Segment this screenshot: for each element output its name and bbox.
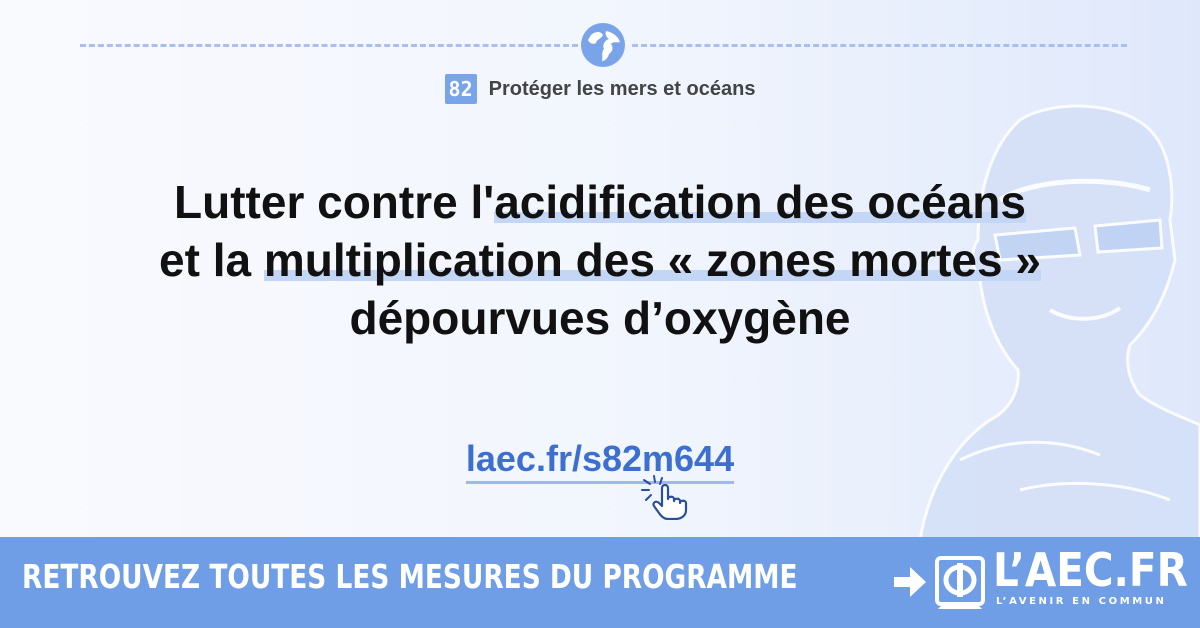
short-link[interactable]: laec.fr/s82m644	[465, 438, 735, 484]
headline-line-3: dépourvues d’oxygène	[349, 292, 851, 344]
divider-right	[632, 44, 1127, 47]
arrow-right-icon	[894, 567, 926, 597]
category-row: 82 Protéger les mers et océans	[0, 74, 1200, 104]
headline-highlight: multiplication des « zones mortes »	[263, 234, 1041, 286]
link-row: laec.fr/s82m644	[0, 438, 1200, 484]
hand-pointer-icon	[641, 475, 688, 520]
globe-icon	[581, 23, 625, 67]
measure-number-badge: 82	[444, 74, 477, 104]
brand-tagline: L’AVENIR EN COMMUN	[996, 596, 1167, 607]
phi-logo-icon	[935, 556, 985, 609]
category-label: Protéger les mers et océans	[488, 77, 756, 100]
cta-text[interactable]: RETROUVEZ TOUTES LES MESURES DU PROGRAMM…	[22, 557, 798, 596]
headline-text: et la	[159, 234, 264, 286]
headline-line-2: et la multiplication des « zones mortes …	[0, 231, 1200, 289]
headline-text: Lutter contre l'	[174, 176, 495, 228]
divider-left	[80, 44, 578, 47]
headline-highlight: acidification des océans	[494, 176, 1026, 228]
brand-logo-text[interactable]: L’AEC.FR	[993, 545, 1188, 595]
headline: Lutter contre l'acidification des océans…	[0, 173, 1200, 347]
social-card: 82 Protéger les mers et océans Lutter co…	[0, 0, 1200, 628]
headline-line-1: Lutter contre l'acidification des océans	[0, 173, 1200, 231]
